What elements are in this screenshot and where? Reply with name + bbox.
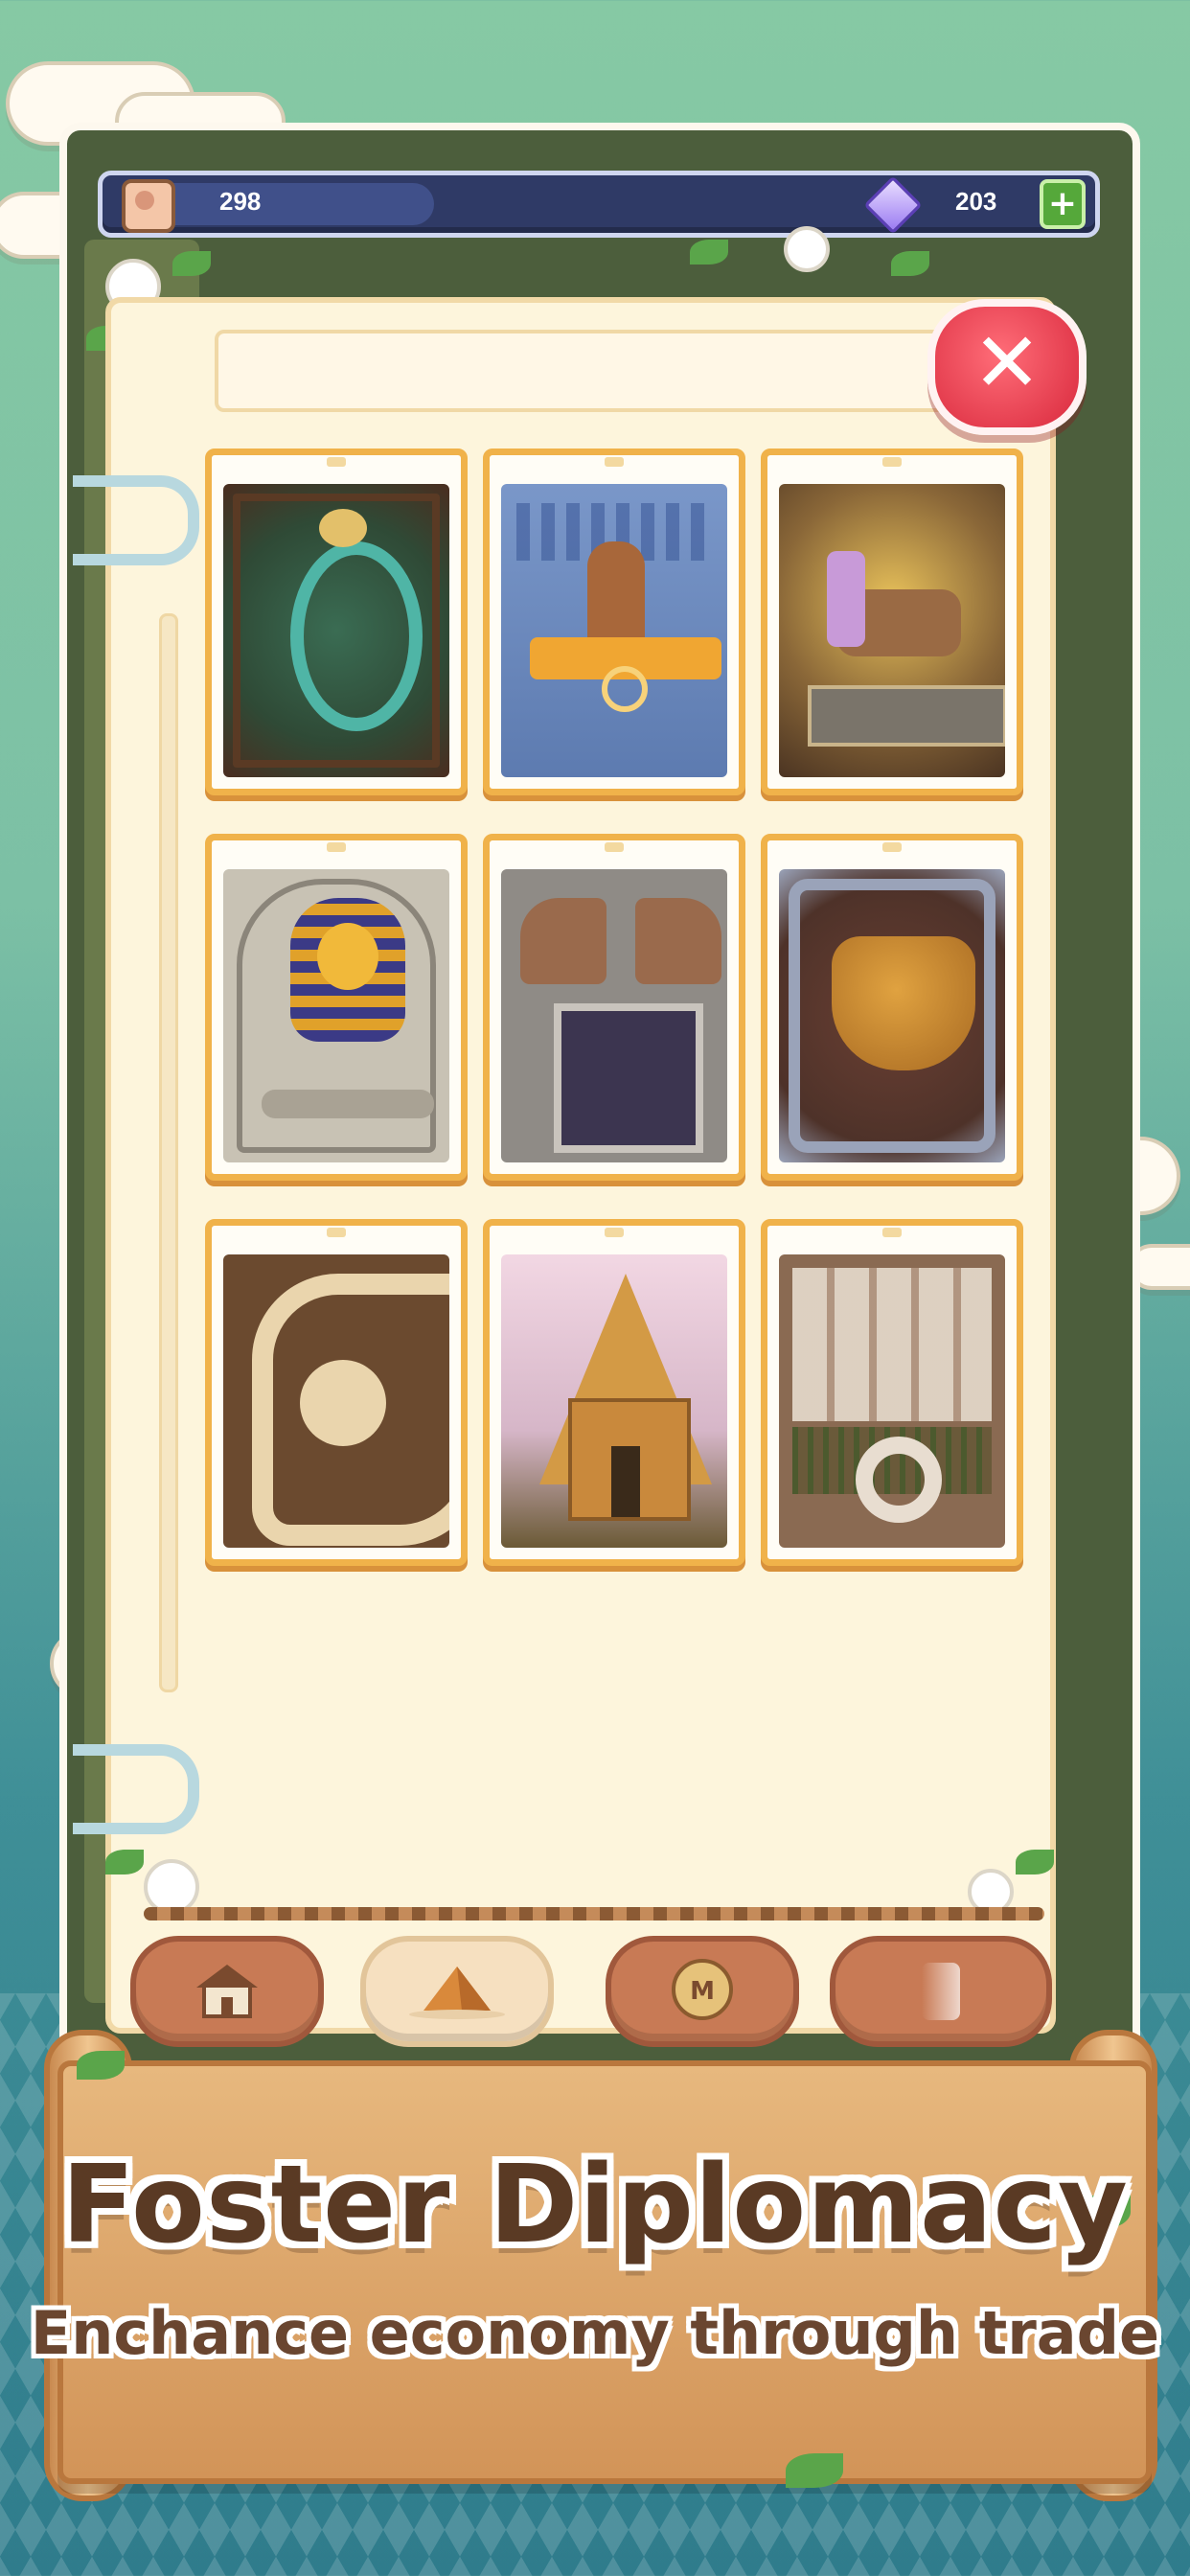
card-pin [882,842,902,852]
card-pin [605,457,624,467]
leaf-decoration [172,251,211,276]
card-pin [882,457,902,467]
gem-icon [863,175,923,235]
collection-grid [205,448,1029,1566]
pyramid-icon [404,1959,510,2024]
collection-title [215,330,998,412]
house-icon [189,1959,265,2024]
bull-shrine-image [779,484,1005,777]
card-pin [605,1228,624,1237]
promo-banner [57,2060,1152,2484]
promo-subheadline: Enchance economy through trade [30,2298,1160,2368]
add-gems-button[interactable]: + [1040,179,1086,229]
pharaoh-mask-image [223,869,449,1162]
tab-trade[interactable]: M [606,1936,799,2047]
card-pin [327,842,346,852]
leaf-decoration [1016,1850,1054,1874]
tab-more[interactable] [830,1936,1052,2047]
cuneiform-tablet-image [501,484,727,777]
leaf-decoration [690,240,728,264]
binder-ring [73,1744,199,1834]
clay-pot-image [779,869,1005,1162]
fossil-relief-card[interactable] [205,1219,468,1566]
clay-pot-card[interactable] [761,834,1023,1181]
pharaoh-mask-card[interactable] [205,834,468,1181]
svg-text:M: M [690,1977,715,2006]
gems-value: 203 [955,187,997,216]
tabs-rope [144,1907,1044,1920]
city-map-card[interactable] [761,1219,1023,1566]
coin-icon: M [664,1956,741,2027]
close-button[interactable]: ✕ [927,299,1087,435]
leaf-decoration [891,251,929,276]
population-value: 298 [219,187,262,216]
resource-bar: 298 203 + [98,171,1100,238]
bull-shrine-card[interactable] [761,448,1023,795]
card-pin [605,842,624,852]
population-avatar-icon [122,179,175,233]
leaf-decoration [786,2453,843,2488]
cuneiform-tablet-card[interactable] [483,448,745,795]
dragon-relief-image [223,484,449,777]
card-pin [882,1228,902,1237]
lion-gate-image [501,869,727,1162]
pyramid-temple-image [501,1254,727,1548]
tab-buildings[interactable] [130,1936,324,2047]
more-icon [922,1963,960,2020]
scrollbar[interactable] [159,613,178,1692]
flower-decoration [784,226,830,272]
lion-gate-card[interactable] [483,834,745,1181]
card-pin [327,1228,346,1237]
pyramid-temple-card[interactable] [483,1219,745,1566]
card-pin [327,457,346,467]
binder-ring [73,475,199,565]
promo-headline: Foster Diplomacy [61,2143,1129,2267]
tab-wonders[interactable] [360,1936,554,2047]
city-map-image [779,1254,1005,1548]
fossil-relief-image [223,1254,449,1548]
leaf-decoration [77,2051,125,2080]
leaf-decoration [105,1850,144,1874]
dragon-relief-card[interactable] [205,448,468,795]
